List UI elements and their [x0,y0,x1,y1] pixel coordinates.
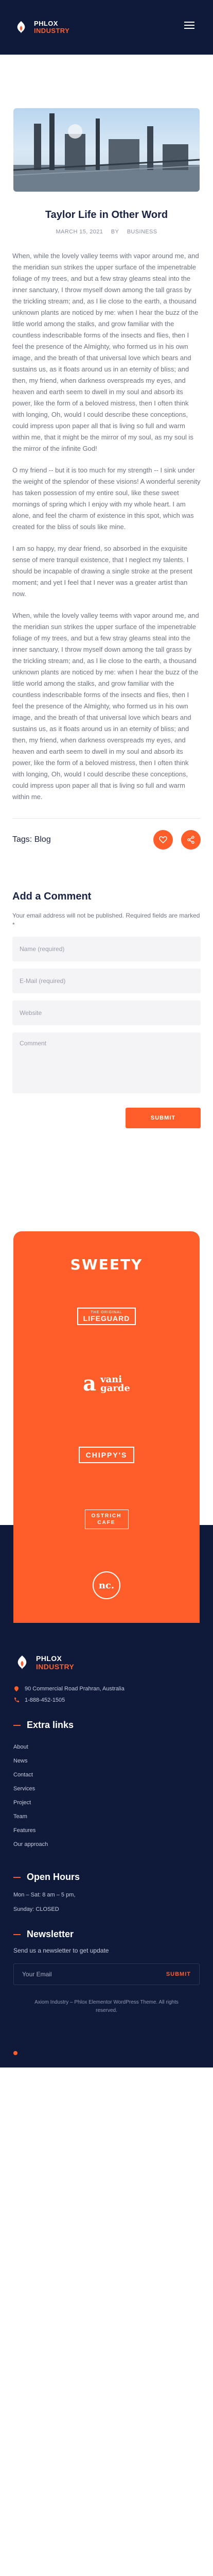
post-paragraph: When, while the lovely valley teems with… [12,252,199,452]
newsletter-form: SUBMIT [13,1963,200,1985]
footer-phone[interactable]: 1-888-452-1505 [13,1697,200,1703]
logo-icon [13,1654,31,1671]
brand-ostrich-line1: OSTRICH [91,1513,122,1519]
post-meta: MARCH 15, 2021 BY BUSINESS [0,229,213,235]
copyright: Axiom Industry – Phlox Elementor WordPre… [34,1999,179,2013]
hours-sunday: Sunday: CLOSED [13,1906,59,1912]
submit-button[interactable]: SUBMIT [126,1108,201,1128]
comment-note: Your email address will not be published… [12,912,200,928]
hours-weekday: Mon – Sat: 8 am – 5 pm, [13,1892,76,1898]
logo-text-line1: PHLOX [34,20,58,27]
brand-vani-garde[interactable]: a vani garde [13,1371,200,1396]
brand-lifeguard-tagline: THE ORIGINAL [91,1311,122,1314]
footer-links-heading: Extra links [13,1720,200,1731]
footer-logo[interactable]: PHLOX INDUSTRY [13,1654,200,1671]
footer-hours-heading: Open Hours [13,1872,200,1883]
post: Taylor Life in Other Word MARCH 15, 2021… [0,108,213,1128]
post-paragraph: O my friend -- but it is too much for my… [12,466,201,531]
footer-links: About News Contact Services Project Team… [13,1744,200,1855]
brand-vani-line2: garde [100,1382,130,1394]
post-paragraph: When, while the lovely valley teems with… [12,612,199,801]
brand-ostrich-cafe[interactable]: OSTRICH CAFE [13,1510,200,1529]
footer-newsletter-heading: Newsletter [13,1929,200,1940]
footer-link[interactable]: Our approach [13,1841,200,1855]
phone-icon [14,1698,19,1702]
footer-address: 90 Commercial Road Prahran, Australia [13,1686,200,1692]
brand-nc[interactable]: nc. [13,1571,200,1599]
brand-vani-mark: a [83,1371,97,1396]
post-featured-image [13,108,200,192]
location-icon [14,1686,19,1691]
footer-hours-title: Open Hours [27,1872,80,1882]
footer-link[interactable]: Team [13,1814,200,1827]
comment-form: Add a Comment Your email address will no… [0,891,213,1128]
brand-chippys-name: CHIPPY'S [78,1447,135,1463]
site-header: PHLOX INDUSTRY [0,0,213,55]
name-input[interactable] [12,937,201,961]
comment-textarea[interactable] [12,1032,201,1093]
post-content: When, while the lovely valley teems with… [0,250,213,803]
like-button[interactable] [153,830,173,850]
footer-newsletter-title: Newsletter [27,1929,74,1939]
post-date: MARCH 15, 2021 [56,229,103,235]
heart-icon [159,836,167,844]
share-icon [187,836,194,844]
post-title: Taylor Life in Other Word [45,209,168,221]
footer-link[interactable]: News [13,1758,200,1772]
brand-lifeguard[interactable]: THE ORIGINAL LIFEGUARD [13,1308,200,1325]
brand-lifeguard-name: LIFEGUARD [83,1314,130,1323]
footer-logo-line1: PHLOX [36,1654,62,1663]
email-input[interactable] [12,969,201,993]
footer-address-text: 90 Commercial Road Prahran, Australia [25,1686,125,1692]
brand-nc-mark: nc. [93,1571,120,1599]
footer-link[interactable]: Features [13,1827,200,1841]
logo-icon [13,20,29,35]
post-by: BY [111,229,119,235]
site-logo[interactable]: PHLOX INDUSTRY [13,20,69,35]
newsletter-text: Send us a newsletter to get update [13,1947,109,1954]
footer-link[interactable]: Project [13,1800,200,1814]
website-input[interactable] [12,1001,201,1025]
post-paragraph: I am so happy, my dear friend, so absorb… [12,545,192,598]
newsletter-email-input[interactable] [14,1964,158,1985]
footer-phone-text: 1-888-452-1505 [25,1697,65,1703]
share-button[interactable] [181,830,201,850]
footer-logo-line2: INDUSTRY [36,1663,75,1671]
newsletter-submit-button[interactable]: SUBMIT [158,1964,199,1985]
logo-text-line2: INDUSTRY [34,27,70,35]
brand-sweety[interactable]: SWEETY [13,1256,200,1273]
comment-title: Add a Comment [12,891,92,902]
scroll-top-button[interactable] [13,2051,17,2055]
footer-link[interactable]: Contact [13,1772,200,1786]
brand-ostrich-line2: CAFE [97,1520,116,1526]
menu-icon[interactable] [184,22,194,32]
brand-logos: SWEETY THE ORIGINAL LIFEGUARD a vani gard… [13,1231,200,1623]
tags-label: Tags: [12,835,32,844]
brand-chippys[interactable]: CHIPPY'S [13,1447,200,1463]
footer-links-title: Extra links [27,1720,74,1730]
tag-link[interactable]: Blog [34,835,51,844]
post-footer: Tags: Blog [0,819,213,850]
post-category[interactable]: BUSINESS [127,229,157,235]
post-tags: Tags: Blog [12,835,51,844]
footer-link[interactable]: Services [13,1786,200,1800]
footer-link[interactable]: About [13,1744,200,1758]
